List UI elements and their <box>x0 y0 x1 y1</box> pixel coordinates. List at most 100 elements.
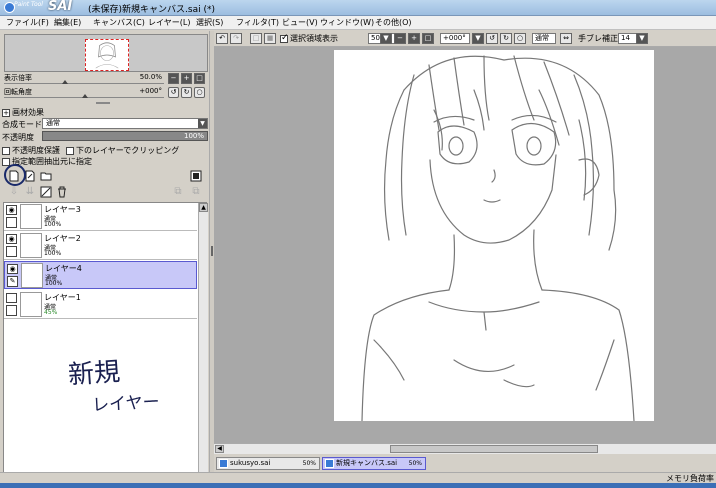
zoom-dropdown-icon[interactable]: ▼ <box>380 33 392 44</box>
scroll-up-icon[interactable]: ▲ <box>199 203 208 212</box>
navigator-preview[interactable] <box>4 34 208 72</box>
zoom-in-icon[interactable]: + <box>408 33 420 44</box>
tab-name: 新規キャンバス.sai <box>336 459 398 467</box>
layer-lock-toggle[interactable] <box>6 305 17 316</box>
visibility-eye-icon[interactable] <box>6 293 17 303</box>
left-panel: 表示倍率 50.0% − + □ 回転角度 +000° ↺ ↻ ○ + 画材効果 … <box>0 31 210 488</box>
deselect-icon[interactable]: □ <box>250 33 262 44</box>
preserve-opacity-checkbox[interactable] <box>2 146 10 155</box>
texture-effect-header[interactable]: + 画材効果 <box>2 107 44 118</box>
invert-selection-icon[interactable]: ■ <box>264 33 276 44</box>
zoom-in-button[interactable]: + <box>181 73 192 84</box>
panel-resize-handle[interactable] <box>96 102 110 104</box>
visibility-eye-icon[interactable]: ◉ <box>7 264 18 274</box>
copy-layer-icon[interactable]: ⧉ <box>190 186 202 198</box>
selection-source-checkbox[interactable] <box>2 157 10 166</box>
flip-icon[interactable]: ⇔ <box>560 33 572 44</box>
splitter-grip[interactable] <box>211 246 213 256</box>
new-folder-icon[interactable] <box>40 170 52 182</box>
hscroll-thumb[interactable] <box>390 445 598 453</box>
undo-icon[interactable]: ↶ <box>216 33 228 44</box>
show-selection-checkbox[interactable]: ✓ <box>280 33 289 43</box>
zoom-out-icon[interactable]: − <box>394 33 406 44</box>
tab-sukusyo[interactable]: sukusyo.sai 50% <box>216 457 320 470</box>
opacity-row: 不透明度 100% <box>2 131 208 142</box>
document-tab-bar: sukusyo.sai 50% 新規キャンバス.sai 50% <box>214 455 716 472</box>
layer-item[interactable]: ◉ レイヤー3 通常 100% <box>4 203 197 231</box>
rotate-right-icon[interactable]: ↻ <box>500 33 512 44</box>
drawing-canvas[interactable] <box>334 50 654 422</box>
blend-mode-select[interactable]: 通常 ▼ <box>42 118 208 129</box>
menu-select[interactable]: 選択(S) <box>196 17 223 28</box>
menu-window[interactable]: ウィンドウ(W) <box>320 17 374 28</box>
tab-new-canvas[interactable]: 新規キャンバス.sai 50% <box>322 457 426 470</box>
zoom-slider[interactable]: 表示倍率 50.0% <box>2 73 164 84</box>
show-selection-label: 選択領域表示 <box>290 34 338 43</box>
rotate-left-button[interactable]: ↺ <box>168 87 179 98</box>
layer-item[interactable]: レイヤー1 通常 45% <box>4 291 197 319</box>
menu-filter[interactable]: フィルタ(T) <box>236 17 279 28</box>
stabilizer-dropdown-icon[interactable]: ▼ <box>636 33 648 44</box>
rotate-reset-button[interactable]: ○ <box>194 87 205 98</box>
menu-layer[interactable]: レイヤー(L) <box>148 17 190 28</box>
visibility-eye-icon[interactable]: ◉ <box>6 234 17 244</box>
rotate-thumb[interactable] <box>82 94 88 98</box>
rotate-label: 回転角度 <box>4 88 32 96</box>
status-bar: メモリ負荷率 <box>0 472 716 483</box>
rotate-slider[interactable]: 回転角度 +000° <box>2 87 164 98</box>
logo-small-text: Paint Tool <box>14 1 43 8</box>
visibility-eye-icon[interactable]: ◉ <box>6 205 17 215</box>
menu-view[interactable]: ビュー(V) <box>282 17 318 28</box>
redo-icon[interactable]: ↷ <box>230 33 242 44</box>
clear-layer-icon[interactable] <box>40 186 52 198</box>
show-selection-toggle[interactable]: ✓ 選択領域表示 <box>280 33 338 44</box>
clip-lower-option[interactable]: 下のレイヤーでクリッピング <box>66 145 179 155</box>
expand-icon[interactable]: + <box>2 108 10 117</box>
transfer-down-icon[interactable]: ⇩ <box>8 186 20 198</box>
canvas-toolbar: ↶ ↷ □ ■ ✓ 選択領域表示 50% ▼ − + □ +000° ▼ ↺ ↻… <box>214 31 716 47</box>
opacity-slider[interactable]: 100% <box>42 131 208 141</box>
layer-list-scrollbar[interactable]: ▲ ▼ <box>198 203 208 488</box>
menu-file[interactable]: ファイル(F) <box>6 17 49 28</box>
canvas-area[interactable] <box>214 47 716 443</box>
canvas-hscrollbar[interactable]: ◀ <box>214 443 716 454</box>
rotate-left-icon[interactable]: ↺ <box>486 33 498 44</box>
layer-lock-toggle[interactable] <box>6 246 17 257</box>
angle-dropdown-icon[interactable]: ▼ <box>472 33 484 44</box>
zoom-reset-button[interactable]: □ <box>194 73 205 84</box>
preserve-opacity-option[interactable]: 不透明度保護 <box>2 145 60 155</box>
tab-zoom: 50% <box>302 460 316 467</box>
menu-canvas[interactable]: キャンバス(C) <box>93 17 145 28</box>
navigator-viewport[interactable] <box>85 39 129 71</box>
layer-item[interactable]: ◉ レイヤー2 通常 100% <box>4 232 197 260</box>
clip-lower-checkbox[interactable] <box>66 146 74 155</box>
mode-select[interactable]: 通常 <box>532 33 556 44</box>
zoom-thumb[interactable] <box>62 80 68 84</box>
layer-panel-toggle-icon[interactable] <box>190 170 202 182</box>
navigator-thumbnail <box>95 42 119 69</box>
annotation-circle <box>4 164 26 186</box>
zoom-out-button[interactable]: − <box>168 73 179 84</box>
dropdown-arrow-icon[interactable]: ▼ <box>198 119 207 128</box>
blend-mode-value: 通常 <box>46 119 60 127</box>
delete-layer-icon[interactable] <box>56 186 68 198</box>
zoom-track[interactable] <box>4 83 164 84</box>
angle-select[interactable]: +000° <box>440 33 470 44</box>
layer-item-selected[interactable]: ◉ ✎ レイヤー4 通常 100% <box>4 261 197 289</box>
sketch-drawing <box>361 55 635 422</box>
merge-down-icon[interactable]: ⇊ <box>24 186 36 198</box>
layer-lock-toggle[interactable] <box>6 217 17 228</box>
scroll-left-icon[interactable]: ◀ <box>215 445 224 453</box>
blend-mode-label: 合成モード <box>2 120 42 129</box>
opacity-value: 100% <box>183 132 204 140</box>
os-taskbar <box>0 483 716 488</box>
rotate-right-button[interactable]: ↻ <box>181 87 192 98</box>
brush-lock-icon[interactable]: ✎ <box>7 276 18 287</box>
rotate-reset-icon[interactable]: ○ <box>514 33 526 44</box>
layer-thumbnail <box>20 233 42 258</box>
link-layer-icon[interactable]: ⧉ <box>172 186 184 198</box>
menu-edit[interactable]: 編集(E) <box>54 17 81 28</box>
rotate-value: +000° <box>139 87 162 95</box>
zoom-fit-icon[interactable]: □ <box>422 33 434 44</box>
menu-other[interactable]: その他(O) <box>375 17 412 28</box>
